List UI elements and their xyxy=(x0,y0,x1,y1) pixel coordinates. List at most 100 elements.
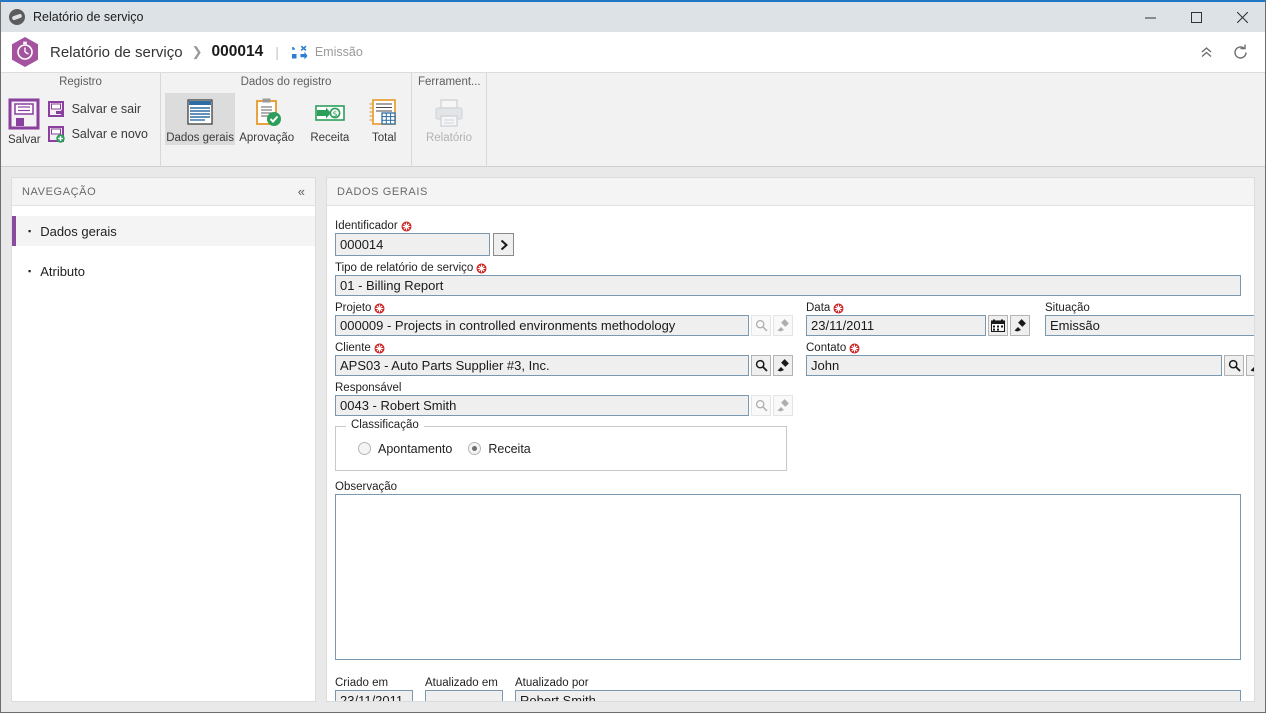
responsavel-input[interactable] xyxy=(335,395,749,416)
data-input[interactable] xyxy=(806,315,986,336)
navigation-header: NAVEGAÇÃO « xyxy=(12,178,315,206)
criado-em-label-row: Criado em xyxy=(335,677,413,689)
field-identificador: Identificador xyxy=(335,220,1241,256)
maximize-button[interactable] xyxy=(1173,2,1219,32)
projeto-input[interactable] xyxy=(335,315,749,336)
total-icon xyxy=(369,99,397,125)
cliente-clear-icon[interactable] xyxy=(773,355,793,376)
atualizado-em-label: Atualizado em xyxy=(425,677,498,689)
svg-text:$: $ xyxy=(332,109,337,118)
bullet-icon: ▪ xyxy=(28,265,32,276)
observacao-textarea[interactable] xyxy=(335,494,1241,660)
row-projeto-data-situacao: Projeto 000009 - Projects in controlled … xyxy=(335,302,1254,336)
approval-icon xyxy=(255,98,281,126)
navigation-list: ▪ Dados gerais ▪ Atributo xyxy=(12,206,315,286)
identificador-input[interactable] xyxy=(335,233,490,256)
tipo-relatorio-input[interactable] xyxy=(335,275,1241,296)
contato-input[interactable] xyxy=(806,355,1222,376)
minimize-button[interactable] xyxy=(1127,2,1173,32)
calendar-icon[interactable] xyxy=(988,315,1008,336)
identificador-label: Identificador xyxy=(335,220,398,232)
required-icon xyxy=(401,221,412,232)
row-cliente-contato: Cliente APS03 - Auto Parts Supplier #3, … xyxy=(335,342,1254,376)
responsavel-label-row: Responsável xyxy=(335,382,1241,394)
situacao-input[interactable] xyxy=(1045,315,1254,336)
ribbon-group-title: Dados do registro xyxy=(240,76,332,88)
projeto-clear-icon xyxy=(773,315,793,336)
observacao-label-row: Observação xyxy=(335,481,1241,493)
navigation-title: NAVEGAÇÃO xyxy=(22,185,97,198)
tipo-relatorio-control xyxy=(335,275,1241,296)
data-label: Data xyxy=(806,302,831,314)
criado-em-label: Criado em xyxy=(335,677,389,689)
tab-receita[interactable]: $ Receita xyxy=(298,93,361,145)
save-variants: Salvar e sair Salvar e novo xyxy=(44,93,156,147)
cliente-search-icon[interactable] xyxy=(751,355,771,376)
field-responsavel: Responsável xyxy=(335,382,1241,416)
collapse-navigation-icon[interactable]: « xyxy=(298,184,305,199)
main-body: NAVEGAÇÃO « ▪ Dados gerais ▪ Atributo DA… xyxy=(1,167,1265,712)
radio-apontamento[interactable]: Apontamento xyxy=(358,442,452,456)
data-label-row: Data xyxy=(806,302,1030,314)
page-header: Relatório de serviço ❯ 000014 | Emissão xyxy=(1,32,1265,73)
tipo-relatorio-label: Tipo de relatório de serviço xyxy=(335,262,474,274)
situacao-label-row: Situação xyxy=(1045,302,1254,314)
sidebar-item-atributo[interactable]: ▪ Atributo xyxy=(12,256,315,286)
ribbon-group-title: Ferrament... xyxy=(418,76,481,88)
tab-aprovacao[interactable]: Aprovação xyxy=(235,93,298,145)
classificacao-group: Classificação Apontamento Receita xyxy=(335,419,787,471)
app-logo-icon xyxy=(9,9,25,25)
save-and-new-label: Salvar e novo xyxy=(71,127,148,141)
cliente-label-row: Cliente xyxy=(335,342,793,354)
contato-label-row: Contato xyxy=(806,342,1254,354)
sidebar-item-label: Atributo xyxy=(40,263,86,279)
save-and-new-button[interactable]: Salvar e novo xyxy=(44,122,156,147)
radio-receita-label: Receita xyxy=(488,441,531,456)
breadcrumb-root[interactable]: Relatório de serviço xyxy=(50,44,183,61)
classificacao-legend: Classificação xyxy=(346,419,424,431)
close-button[interactable] xyxy=(1219,2,1265,32)
window-title: Relatório de serviço xyxy=(33,10,144,24)
sidebar-item-dados-gerais[interactable]: ▪ Dados gerais xyxy=(12,216,315,246)
revenue-icon: $ xyxy=(315,105,345,121)
save-button[interactable]: Salvar xyxy=(5,93,44,147)
report-button-label: Relatório xyxy=(425,132,473,144)
cliente-input[interactable] xyxy=(335,355,749,376)
contato-clear-icon[interactable] xyxy=(1246,355,1254,376)
window-controls xyxy=(1127,2,1265,32)
radio-apontamento-label: Apontamento xyxy=(378,441,453,456)
tab-dados-gerais[interactable]: Dados gerais xyxy=(165,93,236,145)
general-data-form: Identificador Tipo de xyxy=(327,206,1254,701)
atualizado-por-label: Atualizado por xyxy=(515,677,589,689)
identificador-control xyxy=(335,233,1241,256)
situacao-control xyxy=(1045,315,1254,336)
field-atualizado-em: Atualizado em xyxy=(425,677,503,701)
ribbon-group-registro: Registro Salvar Salvar e sair Salvar e n… xyxy=(1,73,161,167)
contato-search-icon[interactable] xyxy=(1224,355,1244,376)
refresh-icon[interactable] xyxy=(1225,37,1255,67)
save-button-label: Salvar xyxy=(7,134,41,146)
field-cliente: Cliente xyxy=(335,342,793,376)
radio-dot-icon xyxy=(468,442,482,455)
identificador-go-button[interactable] xyxy=(493,233,514,256)
collapse-ribbon-icon[interactable] xyxy=(1191,37,1221,67)
criado-em-input xyxy=(335,690,413,701)
data-clear-icon[interactable] xyxy=(1010,315,1030,336)
field-situacao: Situação xyxy=(1045,302,1254,336)
save-and-exit-button[interactable]: Salvar e sair xyxy=(44,97,156,122)
required-icon xyxy=(374,303,385,314)
field-projeto: Projeto xyxy=(335,302,793,336)
projeto-control xyxy=(335,315,793,336)
header-divider: | xyxy=(275,44,279,60)
sidebar-item-label: Dados gerais xyxy=(40,223,117,239)
workflow-status-icon xyxy=(291,45,308,60)
field-atualizado-por: Atualizado por xyxy=(515,677,1241,701)
ribbon-filler xyxy=(487,73,1265,167)
tab-receita-label: Receita xyxy=(310,132,350,144)
report-button: Relatório xyxy=(416,93,482,145)
radio-receita[interactable]: Receita xyxy=(468,441,531,456)
tab-total[interactable]: Total xyxy=(361,93,407,145)
save-exit-icon xyxy=(47,101,64,117)
ribbon-group-ferramentas: Ferrament... Relatório xyxy=(412,73,487,167)
tab-aprovacao-label: Aprovação xyxy=(239,132,295,144)
